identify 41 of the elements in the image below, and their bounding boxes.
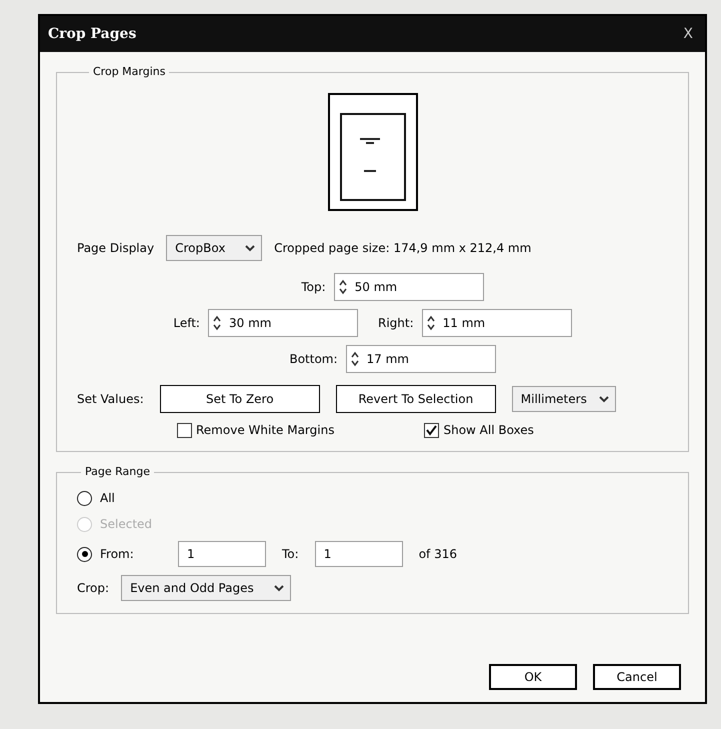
page-count-text: of 316 bbox=[418, 546, 457, 563]
spin-field[interactable]: 50 mm bbox=[334, 273, 484, 301]
dialog-button[interactable]: Cancel bbox=[593, 664, 681, 690]
group-legend: Page Range bbox=[81, 464, 154, 480]
check-icon bbox=[426, 424, 438, 436]
field-label: Left: bbox=[173, 315, 200, 332]
spinner-icon[interactable] bbox=[426, 315, 435, 331]
field-label: Right: bbox=[378, 315, 414, 332]
window-title: Crop Pages bbox=[48, 24, 136, 44]
spinner-icon[interactable] bbox=[350, 351, 359, 367]
to-field[interactable]: 1 bbox=[314, 541, 403, 567]
radio-label: From: bbox=[100, 546, 135, 563]
field-label: To: bbox=[282, 546, 299, 563]
spinner-icon[interactable] bbox=[212, 315, 221, 331]
spin-field[interactable]: 30 mm bbox=[208, 309, 358, 337]
checkbox[interactable] bbox=[177, 422, 192, 438]
radio-button[interactable] bbox=[77, 490, 92, 506]
checkbox[interactable] bbox=[424, 422, 440, 438]
field-label: Bottom: bbox=[289, 351, 338, 368]
group-legend: Crop Margins bbox=[89, 64, 170, 80]
radio-label: All bbox=[100, 490, 116, 507]
dropdown[interactable]: Even and Odd Pages bbox=[121, 575, 292, 601]
spin-field[interactable]: 17 mm bbox=[346, 345, 496, 373]
field-label: Top: bbox=[301, 279, 326, 296]
from-field[interactable]: 1 bbox=[178, 541, 266, 567]
dropdown[interactable]: Millimeters bbox=[512, 386, 616, 412]
field-label: Set Values: bbox=[77, 391, 144, 408]
cropped-size-text: Cropped page size: 174,9 mm x 212,4 mm bbox=[274, 240, 532, 257]
radio-label: Selected bbox=[100, 516, 154, 533]
close-button[interactable]: X bbox=[679, 24, 697, 44]
dropdown[interactable]: CropBox bbox=[166, 235, 262, 261]
checkbox-label: Remove White Margins bbox=[196, 422, 334, 439]
checkbox-label: Show All Boxes bbox=[443, 422, 534, 439]
action-button[interactable]: Revert To Selection bbox=[336, 385, 496, 413]
dialog-button[interactable]: OK bbox=[489, 664, 577, 690]
field-label: Page Display bbox=[77, 240, 154, 257]
action-button[interactable]: Set To Zero bbox=[160, 385, 320, 413]
field-label: Crop: bbox=[77, 580, 110, 597]
spinner-icon[interactable] bbox=[338, 279, 347, 295]
radio-button[interactable] bbox=[77, 546, 92, 562]
spin-field[interactable]: 11 mm bbox=[422, 309, 572, 337]
